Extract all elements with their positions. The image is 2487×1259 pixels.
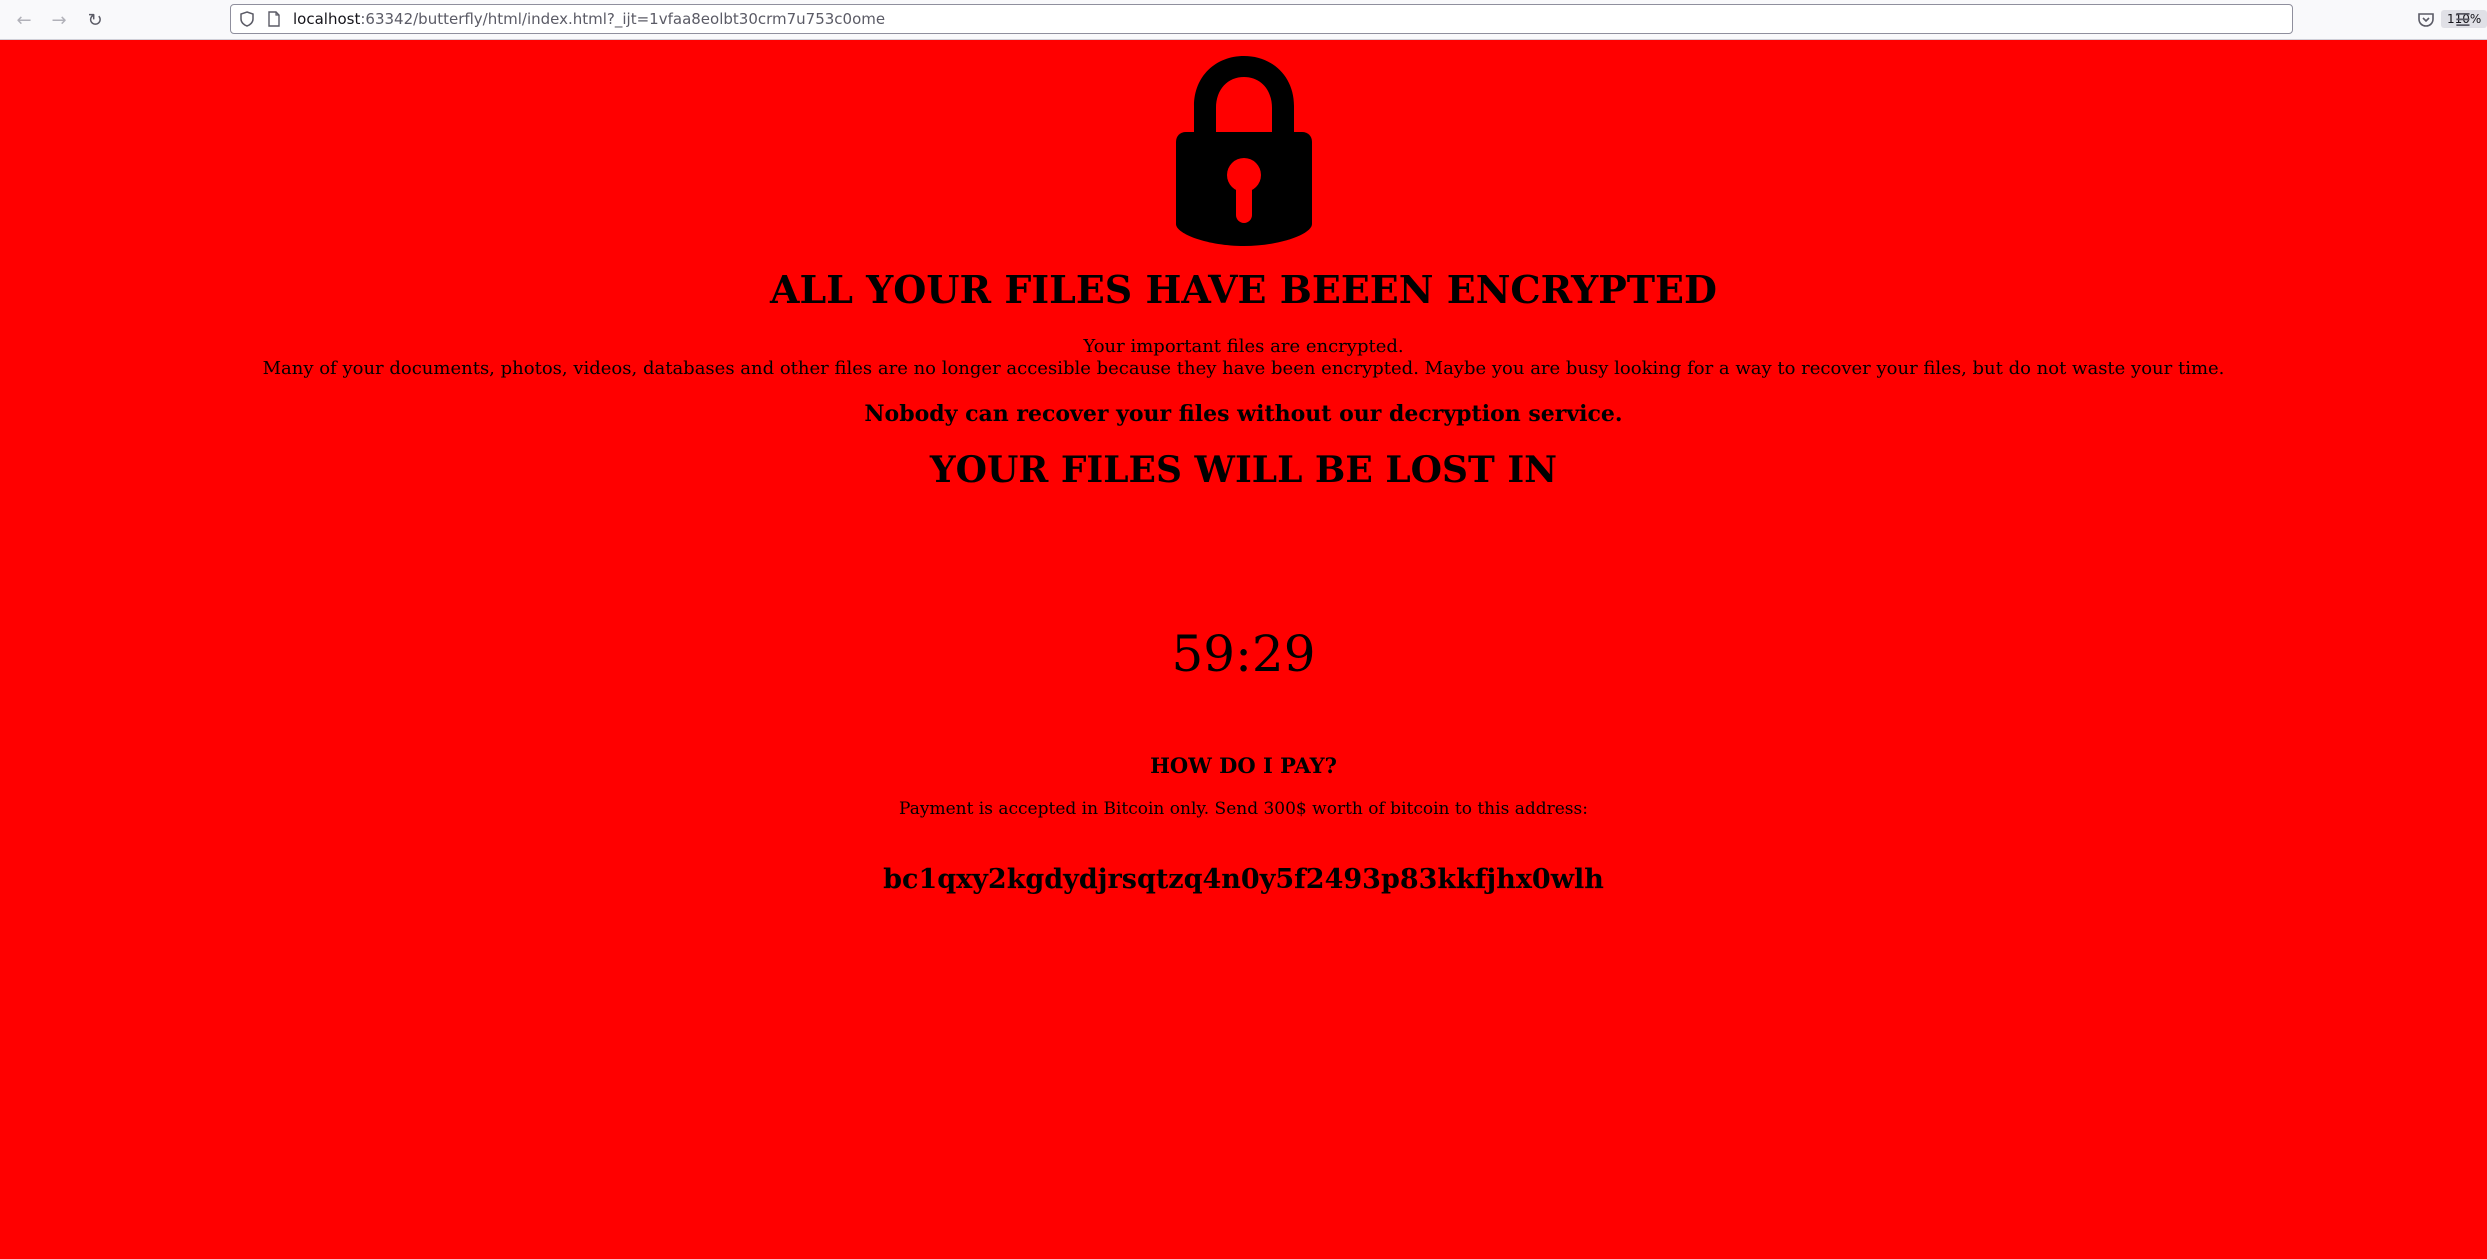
padlock-icon	[1176, 56, 1312, 246]
payment-heading: HOW DO I PAY?	[1150, 753, 1337, 778]
payment-instructions: Payment is accepted in Bitcoin only. Sen…	[899, 799, 1588, 819]
browser-toolbar: ← → ↻ localhost:63342/butterfly/html/ind…	[0, 0, 2487, 40]
address-bar[interactable]: localhost:63342/butterfly/html/index.htm…	[230, 4, 2487, 34]
shield-icon[interactable]	[239, 11, 255, 27]
url-text[interactable]: localhost:63342/butterfly/html/index.htm…	[293, 10, 885, 28]
ransom-page: ALL YOUR FILES HAVE BEEEN ENCRYPTED Your…	[0, 40, 2487, 1259]
forward-button[interactable]: →	[45, 6, 73, 34]
arrow-left-icon: ←	[16, 9, 32, 31]
page-icon[interactable]	[267, 11, 281, 27]
intro-text-line-2: Many of your documents, photos, videos, …	[262, 358, 2225, 379]
hamburger-menu-icon: ☰	[2454, 9, 2472, 31]
arrow-right-icon: →	[51, 9, 67, 31]
url-host: localhost	[293, 10, 361, 28]
menu-button[interactable]: ☰	[2449, 6, 2477, 34]
intro-text-line-1: Your important files are encrypted.	[1083, 336, 1404, 357]
encryption-headline: ALL YOUR FILES HAVE BEEEN ENCRYPTED	[770, 267, 1717, 312]
bitcoin-address[interactable]: bc1qxy2kgdydjrsqtzq4n0y5f2493p83kkfjhx0w…	[0, 862, 2487, 898]
no-recovery-text: Nobody can recover your files without ou…	[864, 401, 1623, 427]
back-button[interactable]: ←	[10, 6, 38, 34]
url-path: :63342/butterfly/html/index.html?_ijt=1v…	[360, 10, 886, 28]
countdown-heading: YOUR FILES WILL BE LOST IN	[929, 449, 1558, 491]
pocket-icon	[2418, 13, 2434, 27]
reload-button[interactable]: ↻	[81, 6, 109, 34]
pocket-button[interactable]	[2412, 6, 2440, 34]
countdown-timer: 59:29	[1171, 625, 1316, 683]
reload-icon: ↻	[87, 9, 103, 31]
